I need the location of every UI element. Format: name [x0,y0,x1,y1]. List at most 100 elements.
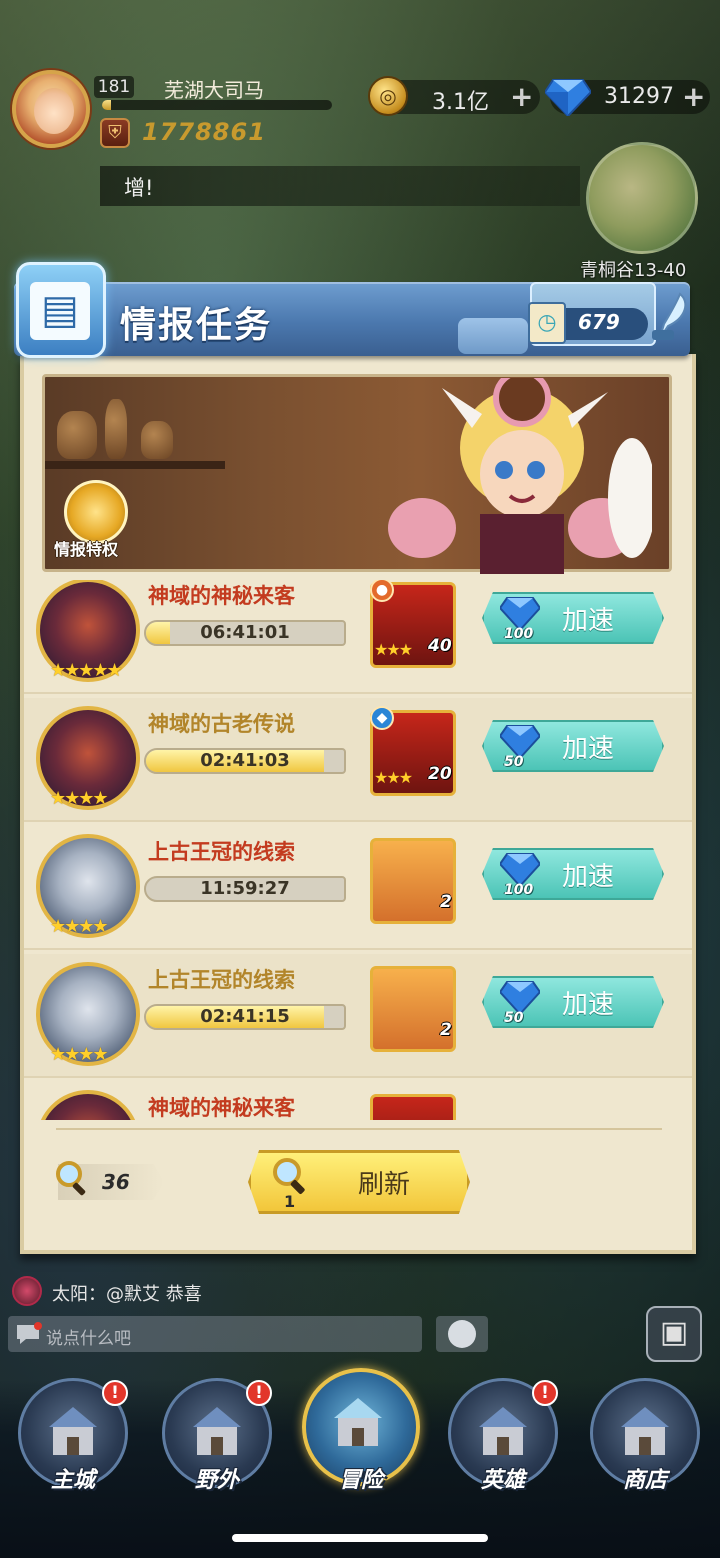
chat-placeholder: 说点什么吧 [46,1329,131,1349]
home-indicator[interactable] [232,1534,488,1542]
intel-count: 679 [578,310,620,334]
task-list: ★★★★★ 神域的神秘来客 06:41:01 ● ★★★ 40 100 加速 ★… [24,580,692,1120]
sword-icon [334,1398,382,1446]
gold-value: 3.1亿 [432,90,489,115]
diamond-icon [545,79,591,116]
document-icon[interactable]: ▣ [646,1306,702,1362]
intel-privilege-label: 情报特权 [54,540,119,559]
hero-shard-reward-icon[interactable] [370,1094,456,1120]
task-row[interactable]: ★★★★★ 神域的神秘来客 06:41:01 ● ★★★ 40 100 加速 [24,580,692,694]
speed-up-cost: 50 [504,754,524,770]
task-star-rating: ★★★★ [50,916,109,937]
intel-privilege-badge[interactable] [64,480,128,544]
notification-badge: ! [102,1380,128,1406]
reward-count: 40 [428,636,452,656]
emoji-face-icon [448,1320,476,1348]
task-name: 上古王冠的线索 [148,840,295,864]
task-timer-text: 06:41:01 [200,622,290,643]
reward-count: 20 [428,764,452,784]
water-element-icon: ◆ [370,706,394,730]
diamond-icon [500,981,540,1014]
task-timer-text: 11:59:27 [200,878,290,899]
speed-up-label: 加速 [562,862,615,892]
gem-plus-button[interactable]: + [682,80,705,113]
announcement-bar [100,166,580,206]
task-row[interactable]: ★★★★ 上古王冠的线索 02:41:15 2 50 加速 [24,954,692,1078]
speed-up-label: 加速 [562,734,615,764]
task-star-rating: ★★★★ [50,1044,109,1065]
chat-bubble-icon [17,1322,42,1344]
task-star-rating: ★★★★★ [50,660,123,681]
search-count: 36 [102,1170,130,1194]
player-name: 芜湖大司马 [164,78,264,102]
task-timer-bar: 02:41:03 [144,748,346,774]
notification-badge: ! [532,1380,558,1406]
task-name: 神域的神秘来客 [148,1096,295,1120]
reward-count: 2 [440,1020,452,1040]
diamond-icon [500,853,540,886]
nav-label: 商店 [622,1468,667,1493]
gold-plus-button[interactable]: + [510,80,533,113]
intel-scroll-icon: ▤ [30,282,90,340]
panel-title: 情报任务 [120,305,273,346]
pot-decoration [141,421,173,459]
refresh-cost: 1 [284,1192,296,1211]
castle-icon [49,1407,97,1455]
announcement-text: 增! [124,176,154,200]
reward-star-rating: ★★★ [374,640,413,659]
gem-value: 31297 [604,84,674,109]
task-timer-bar: 11:59:27 [144,876,346,902]
task-star-rating: ★★★★ [50,788,109,809]
portal-icon [193,1407,241,1455]
reward-star-rating: ★★★ [374,768,413,787]
combat-power: 1778861 [142,118,266,146]
player-level: 181 [94,76,134,98]
nav-label: 野外 [194,1468,239,1493]
avatar-face [34,88,74,134]
task-name: 上古王冠的线索 [148,968,295,992]
reward-count: 2 [440,892,452,912]
player-avatar[interactable] [12,70,90,148]
speed-up-cost: 50 [504,1010,524,1026]
notification-badge: ! [246,1380,272,1406]
task-name: 神域的古老传说 [148,712,295,736]
header-decoration [458,318,528,354]
chat-sender-avatar [12,1276,42,1306]
speed-up-cost: 100 [504,882,534,898]
task-timer-text: 02:41:03 [200,750,290,771]
speed-up-label: 加速 [562,606,615,636]
task-row[interactable]: ★★★★ 上古王冠的线索 11:59:27 2 100 加速 [24,826,692,950]
diamond-icon [500,725,540,758]
task-timer-bar: 02:41:15 [144,1004,346,1030]
fox-girl-hero-art [388,378,652,574]
nav-label: 冒险 [338,1468,383,1493]
nav-label: 英雄 [480,1468,525,1493]
task-row[interactable]: ★★★★ 神域的古老传说 02:41:03 ◆ ★★★ 20 50 加速 [24,698,692,822]
speed-up-cost: 100 [504,626,534,642]
task-timer-bar: 06:41:01 [144,620,346,646]
chat-message[interactable]: 太阳：@默艾 恭喜 [52,1280,202,1306]
demon-portrait [36,1090,140,1120]
bottle-decoration [105,399,127,459]
shop-stall-icon [621,1407,669,1455]
list-divider [56,1128,662,1130]
diamond-icon [500,597,540,630]
task-row[interactable]: 神域的神秘来客 [24,1082,692,1120]
helmet-icon [479,1407,527,1455]
intel-document-icon: ◷ [528,302,566,344]
nav-label: 主城 [50,1468,95,1493]
gold-coin-icon: ◎ [368,76,408,116]
speed-up-label: 加速 [562,990,615,1020]
jar-decoration [57,411,97,459]
task-name: 神域的神秘来客 [148,584,295,608]
power-shield-icon: ⛨ [100,118,130,148]
exp-fill [102,100,112,110]
minimap[interactable] [586,142,698,254]
exp-bar [102,100,332,110]
magnifier-icon [56,1161,86,1196]
refresh-label: 刷新 [358,1170,411,1200]
task-timer-text: 02:41:15 [200,1006,290,1027]
shelf [45,461,225,469]
minimap-location: 青桐谷13-40 [580,260,687,281]
quill-icon [652,292,687,340]
